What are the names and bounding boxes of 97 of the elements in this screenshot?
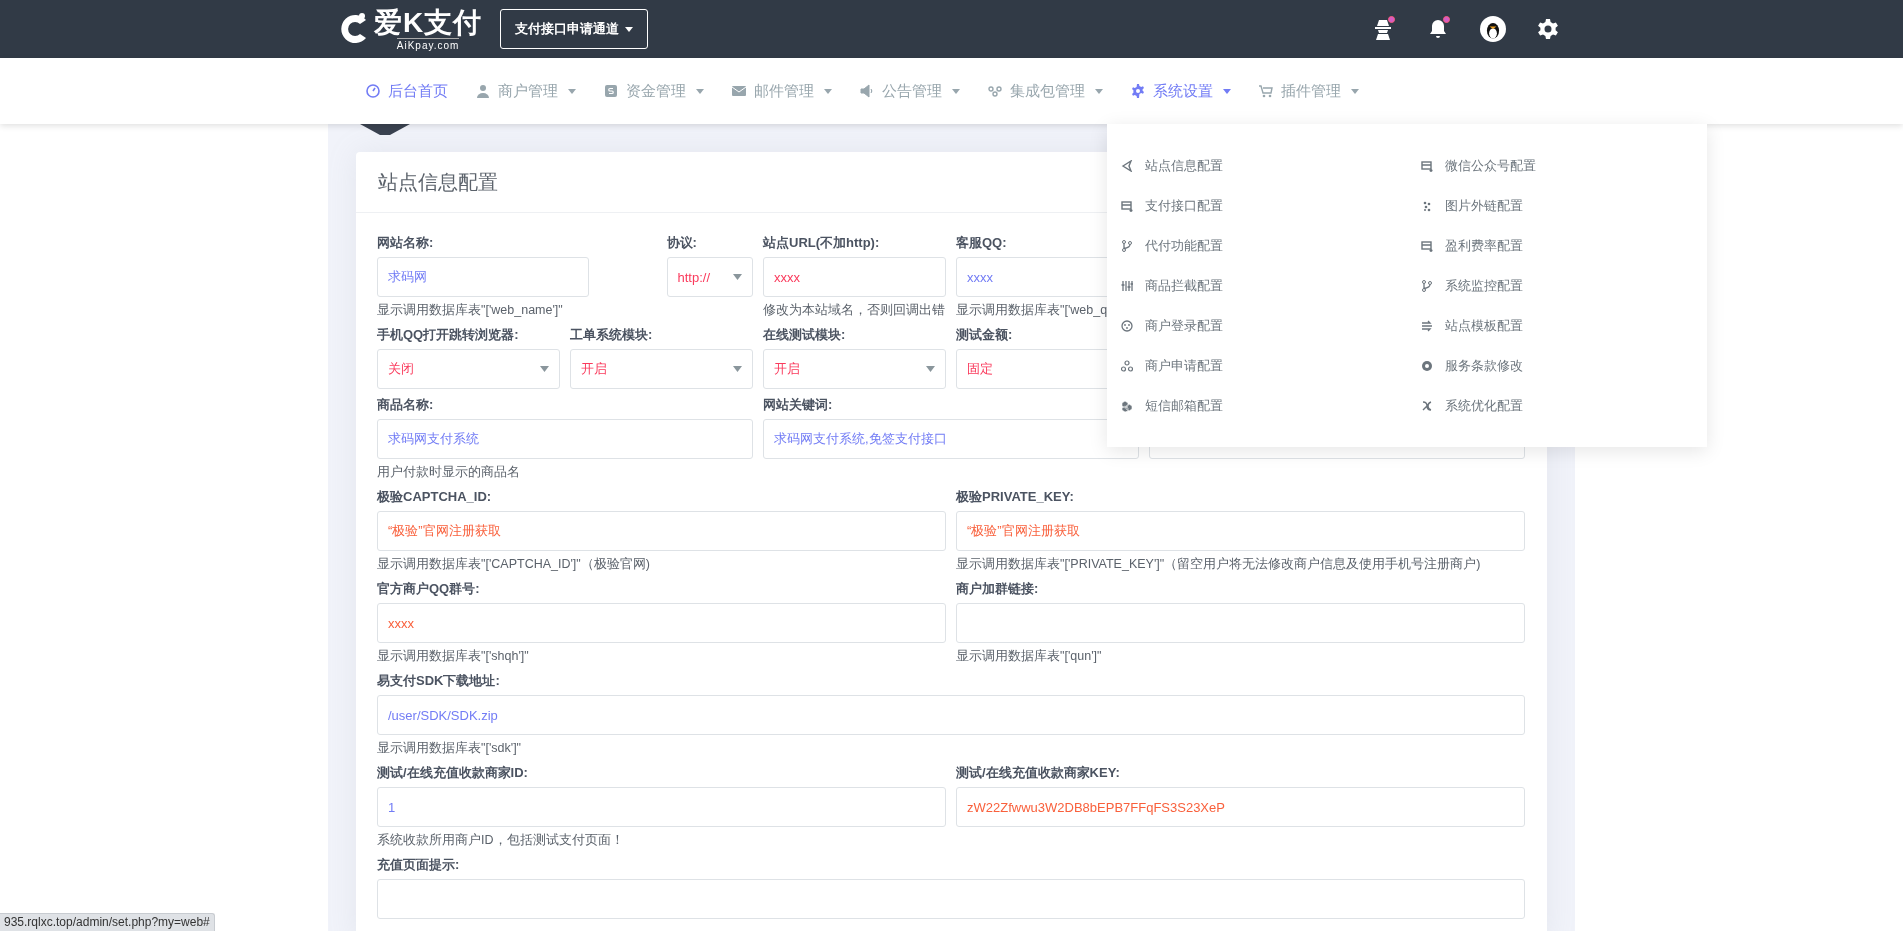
field-label: 网站关键词: <box>763 396 833 413</box>
field-label: 极验CAPTCHA_ID: <box>377 488 492 505</box>
field-label: 测试/在线充值收款商家ID: <box>377 764 528 781</box>
caret-icon <box>625 26 634 32</box>
settings-icon[interactable] <box>1537 18 1559 40</box>
menu-item[interactable]: 支付接口配置 <box>1107 186 1407 226</box>
nav-tab[interactable]: 资金管理 <box>590 71 718 111</box>
menu-item[interactable]: 图片外链配置 <box>1407 186 1707 226</box>
help-text: 显示调用数据库表"['sdk']" <box>377 740 522 757</box>
status-url: 935.rqlxc.top/admin/set.php?my=web# <box>0 913 215 931</box>
branch-icon <box>1121 240 1133 252</box>
arrows-icon <box>1421 320 1433 332</box>
input-field[interactable]: 求码网支付系统 <box>377 419 753 459</box>
speaker-icon <box>860 84 874 98</box>
input-field[interactable]: /user/SDK/SDK.zip <box>377 695 1525 735</box>
field-label: 工单系统模块: <box>570 326 653 343</box>
field-label: 官方商户QQ群号: <box>377 580 480 597</box>
input-field[interactable]: “极验”官网注册获取 <box>956 511 1525 551</box>
input-field[interactable]: 求码网 <box>377 257 589 297</box>
help-text: 显示调用数据库表"['web_name']" <box>377 302 563 319</box>
help-text: 显示调用数据库表"['CAPTCHA_ID']"（极验官网) <box>377 556 650 573</box>
nav-tab[interactable]: 插件管理 <box>1245 71 1373 111</box>
field-label: 手机QQ打开跳转浏览器: <box>377 326 519 343</box>
sliders-icon <box>1121 280 1133 292</box>
caret-icon <box>733 274 742 280</box>
caret-icon <box>540 366 549 372</box>
field-label: 测试金额: <box>956 326 1013 343</box>
input-field[interactable]: xxxx <box>377 603 946 643</box>
dollar-icon <box>604 84 618 98</box>
nav-tab[interactable]: 公告管理 <box>846 71 974 111</box>
field-label: 测试/在线充值收款商家KEY: <box>956 764 1120 781</box>
menu-item[interactable]: 微信公众号配置 <box>1407 146 1707 186</box>
input-field[interactable]: xxxx <box>763 257 946 297</box>
nav-tab[interactable]: 后台首页 <box>352 71 462 111</box>
cart-icon <box>1259 84 1273 98</box>
card-icon <box>1121 200 1133 212</box>
menu-item[interactable]: 商户登录配置 <box>1107 306 1407 346</box>
field-label: 商品名称: <box>377 396 434 413</box>
cubes-icon <box>1121 400 1133 412</box>
menu-item[interactable]: 系统监控配置 <box>1407 266 1707 306</box>
nav-tab[interactable]: 系统设置 <box>1117 71 1245 111</box>
field-label: 站点URL(不加http): <box>763 234 880 251</box>
bell-icon[interactable] <box>1427 18 1449 40</box>
input-field[interactable]: “极验”官网注册获取 <box>377 511 946 551</box>
menu-item[interactable]: 站点模板配置 <box>1407 306 1707 346</box>
dots-icon <box>1421 200 1433 212</box>
nav-tab[interactable]: 商户管理 <box>462 71 590 111</box>
menu-item[interactable]: 站点信息配置 <box>1107 146 1407 186</box>
caret-icon <box>926 366 935 372</box>
input-field[interactable] <box>377 879 1525 919</box>
field-label: 商户加群链接: <box>956 580 1039 597</box>
select-field[interactable]: 开启 <box>763 349 946 389</box>
field-label: 协议: <box>666 234 697 251</box>
card-icon <box>1421 160 1433 172</box>
field-label: 易支付SDK下载地址: <box>377 672 500 689</box>
help-text: 修改为本站域名，否则回调出错 <box>763 302 945 319</box>
input-field[interactable] <box>956 603 1525 643</box>
ring-icon <box>1421 360 1433 372</box>
help-text: 用户付款时显示的商品名 <box>377 464 520 481</box>
field-label: 在线测试模块: <box>763 326 846 343</box>
link-icon <box>988 84 1002 98</box>
smile-icon <box>1121 320 1133 332</box>
nav-tab[interactable]: 集成包管理 <box>974 71 1117 111</box>
logo-title: 爱K支付 <box>374 7 483 38</box>
avatar-icon[interactable] <box>1480 14 1506 44</box>
mail-icon <box>732 84 746 98</box>
input-field[interactable]: zW22Zfwwu3W2DB8bEPB7FFqFS3S23XeP <box>956 787 1525 827</box>
select-field[interactable]: http:// <box>666 257 753 297</box>
nodes-icon <box>1121 360 1133 372</box>
help-text: 显示调用数据库表"['qun']" <box>956 648 1102 665</box>
field-label: 充值页面提示: <box>377 856 460 873</box>
help-text: 显示调用数据库表"['web_q <box>956 302 1108 319</box>
field-label: 客服QQ: <box>956 234 1007 251</box>
card-title: 站点信息配置 <box>378 169 498 195</box>
notification-dot <box>1388 16 1395 23</box>
input-field[interactable]: 1 <box>377 787 946 827</box>
select-field[interactable]: 开启 <box>570 349 753 389</box>
menu-item[interactable]: 服务条款修改 <box>1407 346 1707 386</box>
branch-icon <box>1421 280 1433 292</box>
apply-button[interactable]: 支付接口申请通道 <box>500 9 649 49</box>
send-icon <box>1121 160 1133 172</box>
field-label: 极验PRIVATE_KEY: <box>956 488 1074 505</box>
field-label: 网站名称: <box>377 234 434 251</box>
select-field[interactable]: 关闭 <box>377 349 560 389</box>
logo-subtitle: AiKpay.com <box>396 37 460 51</box>
input-field[interactable]: 求码网支付系统,免签支付接口 <box>763 419 1139 459</box>
help-text: 系统收款所用商户ID，包括测试支付页面！ <box>377 832 624 849</box>
settings-icon <box>1131 84 1145 98</box>
help-text: 显示调用数据库表"['PRIVATE_KEY']"（留空用户将无法修改商户信息及使用手机号注册商户) <box>956 556 1481 573</box>
dashboard-icon <box>366 84 380 98</box>
menu-item[interactable]: 盈利费率配置 <box>1407 226 1707 266</box>
notification-dot <box>1443 16 1450 23</box>
nav-tab[interactable]: 邮件管理 <box>718 71 846 111</box>
caret-icon <box>733 366 742 372</box>
help-text: 显示调用数据库表"['shqh']" <box>377 648 529 665</box>
menu-item[interactable]: 系统优化配置 <box>1407 386 1707 426</box>
card-icon <box>1421 240 1433 252</box>
